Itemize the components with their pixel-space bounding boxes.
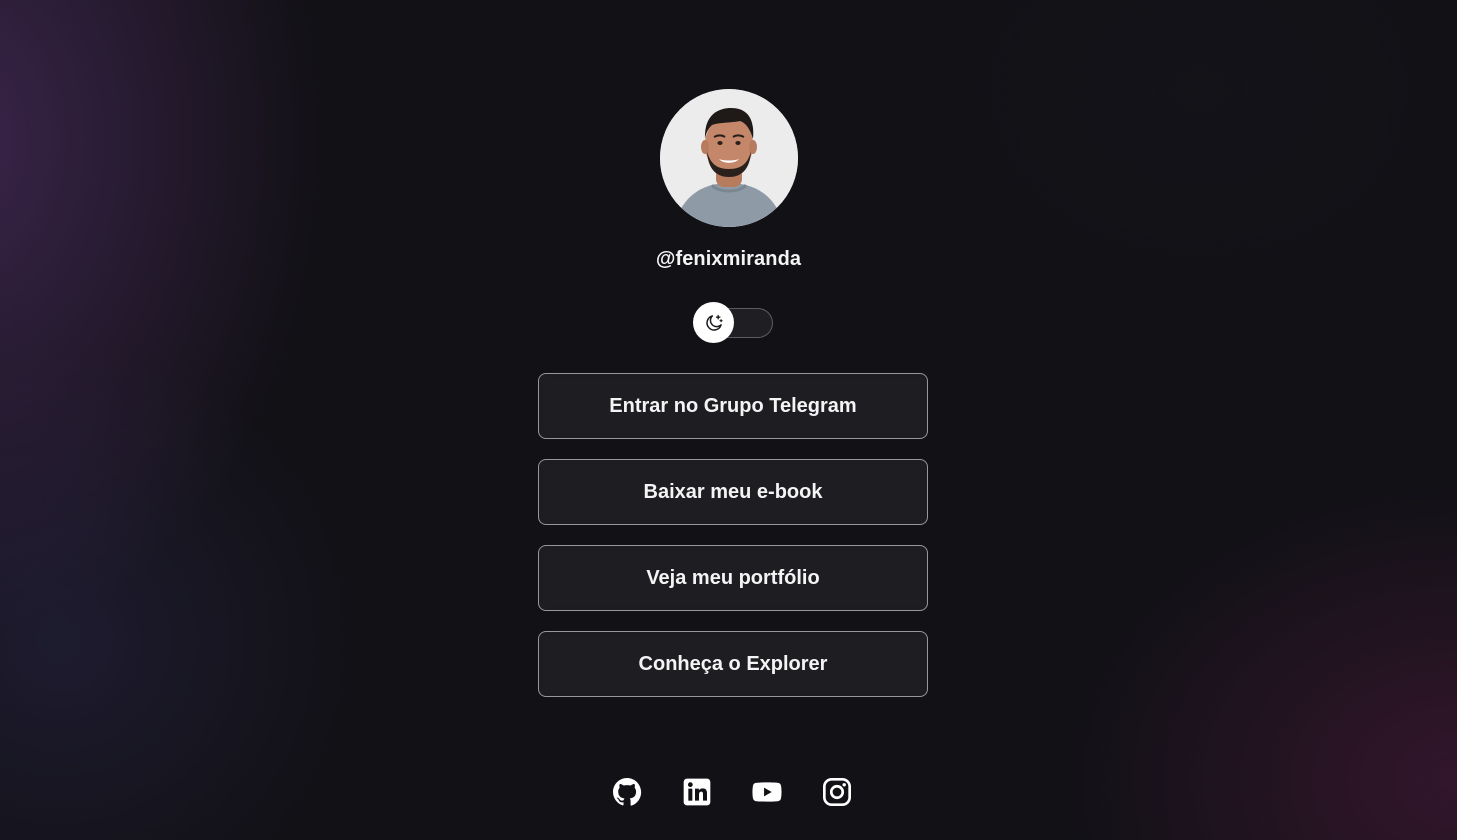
linkedin-link[interactable] xyxy=(681,776,713,808)
github-icon xyxy=(612,778,641,806)
github-link[interactable] xyxy=(611,776,643,808)
profile: @fenixmiranda xyxy=(0,89,1457,271)
theme-toggle-knob[interactable] xyxy=(693,302,734,343)
link-list: Entrar no Grupo Telegram Baixar meu e-bo… xyxy=(538,373,928,717)
portfolio-button[interactable]: Veja meu portfólio xyxy=(538,545,928,611)
page: @fenixmiranda Entrar no Grupo Telegram B… xyxy=(0,0,1457,840)
telegram-group-button[interactable]: Entrar no Grupo Telegram xyxy=(538,373,928,439)
instagram-link[interactable] xyxy=(821,776,853,808)
linkedin-icon xyxy=(683,778,710,806)
youtube-link[interactable] xyxy=(751,776,783,808)
link-item: Baixar meu e-book xyxy=(538,459,928,525)
explorer-button[interactable]: Conheça o Explorer xyxy=(538,631,928,697)
username: @fenixmiranda xyxy=(655,248,802,270)
avatar-photo xyxy=(659,89,798,227)
theme-toggle[interactable] xyxy=(693,302,773,343)
link-item: Conheça o Explorer xyxy=(538,631,928,697)
link-item: Entrar no Grupo Telegram xyxy=(538,373,928,439)
link-item: Veja meu portfólio xyxy=(538,545,928,611)
moon-stars-icon xyxy=(705,314,723,331)
ebook-download-button[interactable]: Baixar meu e-book xyxy=(538,459,928,525)
youtube-icon xyxy=(751,782,782,802)
avatar xyxy=(659,89,798,227)
social-links xyxy=(3,776,1457,808)
instagram-icon xyxy=(822,778,851,806)
